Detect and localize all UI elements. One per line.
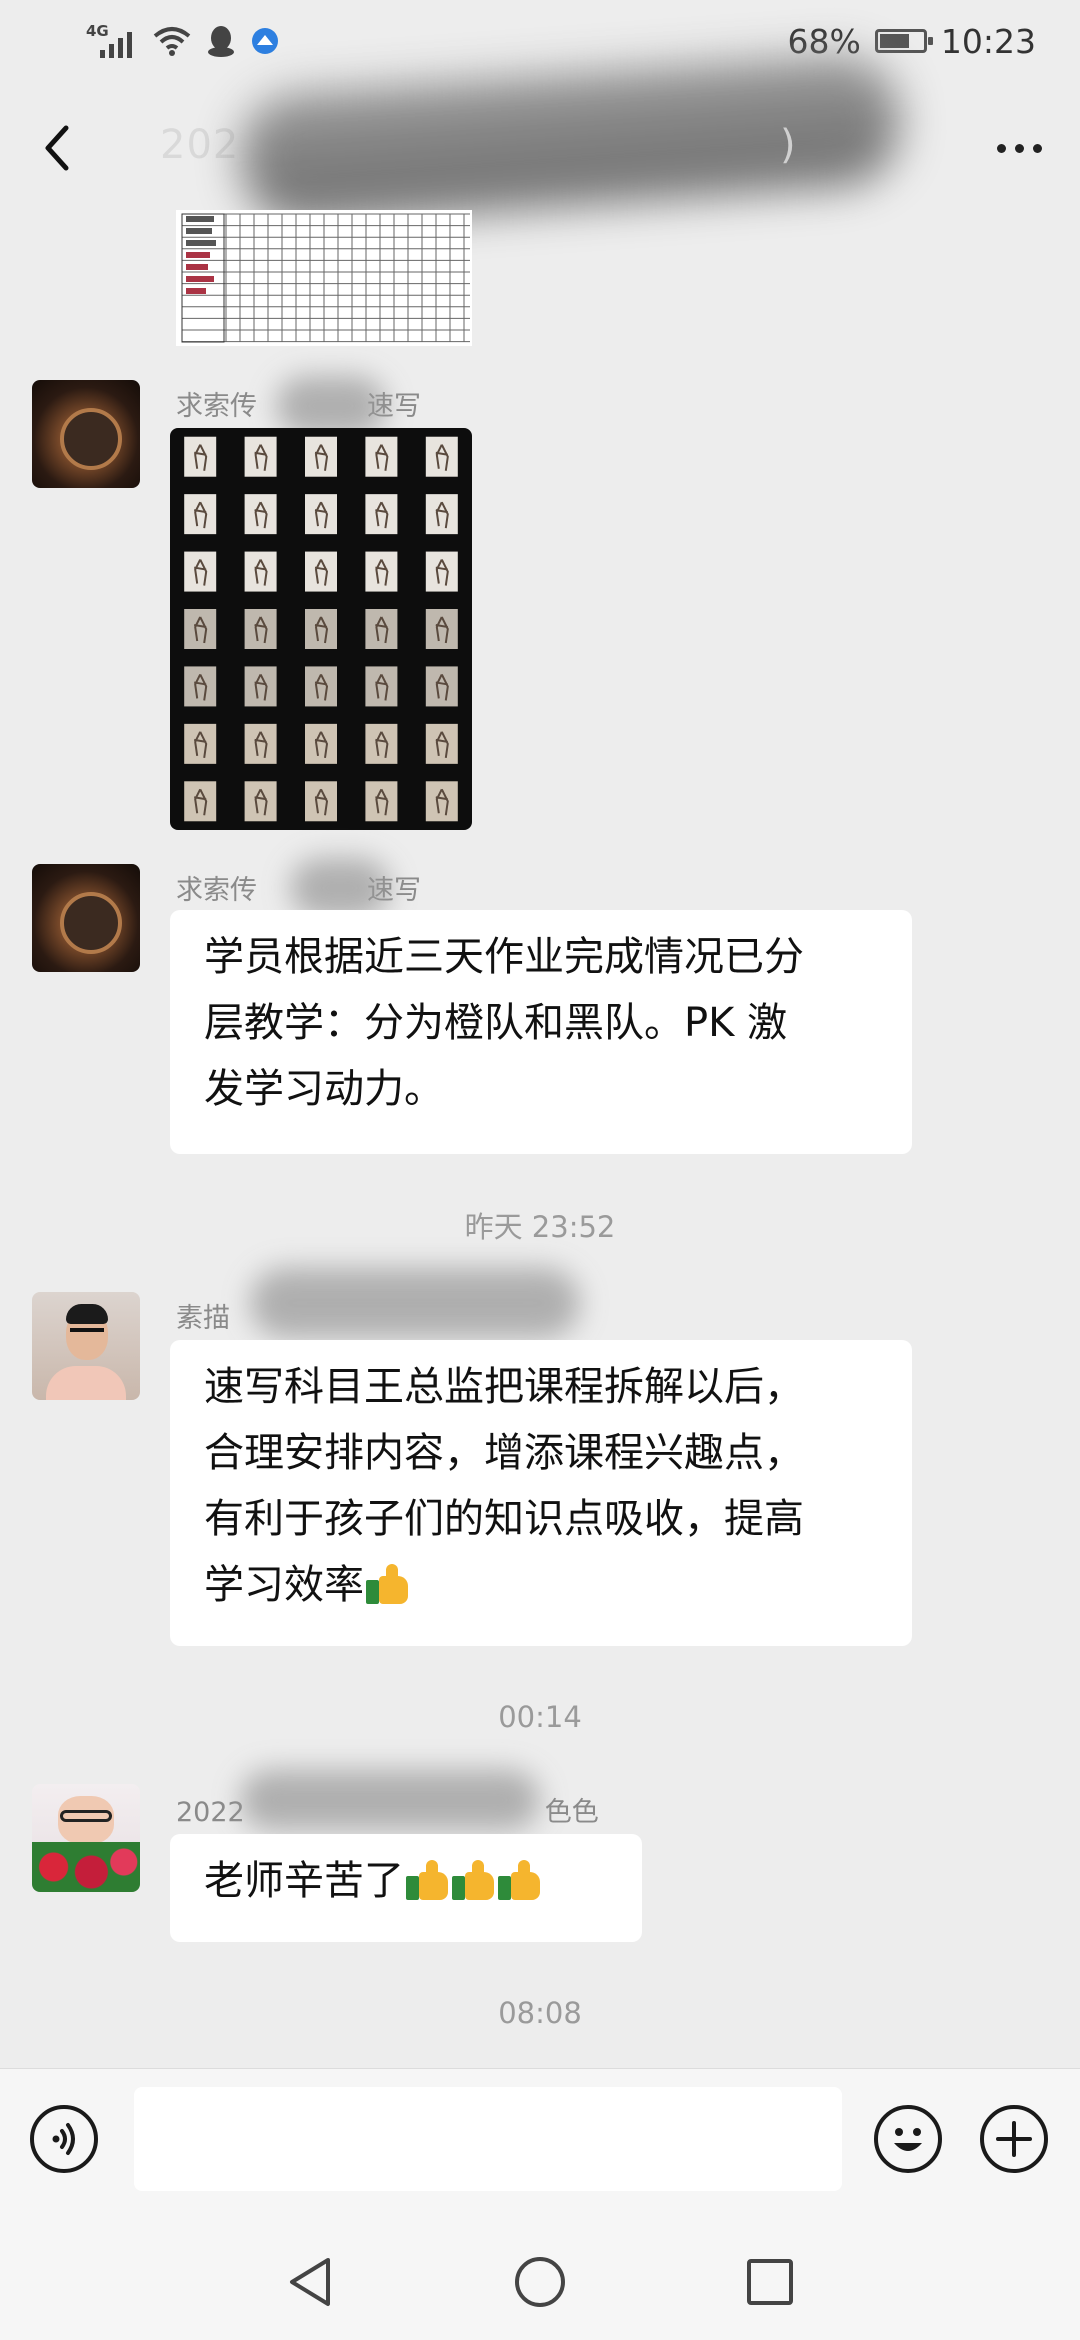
sketch-thumbnail <box>425 781 458 822</box>
more-dots-icon[interactable] <box>997 144 1042 153</box>
sketch-thumbnail <box>184 609 217 649</box>
timestamp: 08:08 <box>498 1996 582 2030</box>
sketch-thumbnail <box>425 494 458 535</box>
browser-icon <box>252 28 278 54</box>
sketch-thumbnail <box>244 781 277 822</box>
nav-home-icon[interactable] <box>512 2254 568 2310</box>
sketch-thumbnail <box>305 666 337 707</box>
timestamp: 昨天 23:52 <box>464 1210 616 1244</box>
sketch-thumbnail <box>244 723 277 764</box>
input-bar <box>0 2068 1080 2229</box>
sketch-thumbnail <box>365 494 398 535</box>
sketch-thumbnail <box>305 781 337 822</box>
nav-recents-icon[interactable] <box>744 2256 796 2308</box>
sketch-thumbnail <box>244 609 277 649</box>
sketch-thumbnail <box>244 494 277 535</box>
thumbs-up-icon <box>452 1860 496 1900</box>
sketch-photo-grid[interactable] <box>170 428 472 830</box>
wifi-icon <box>153 27 191 56</box>
thumbs-up-icon <box>366 1564 410 1604</box>
voice-icon[interactable] <box>30 2105 98 2173</box>
cellular-signal-icon: 4G <box>86 22 138 58</box>
sketch-thumbnail <box>305 609 337 649</box>
avatar[interactable] <box>32 1784 140 1892</box>
plus-icon[interactable] <box>980 2105 1048 2173</box>
sketch-thumbnail <box>184 551 217 592</box>
back-arrow-icon[interactable] <box>34 118 82 178</box>
sketch-thumbnail <box>184 666 217 707</box>
chat-title-suffix: ) <box>780 122 796 168</box>
redaction-blur <box>290 858 390 918</box>
message-bubble[interactable]: 速写科目王总监把课程拆解以后， 合理安排内容，增添课程兴趣点， 有利于孩子们的知… <box>170 1340 912 1646</box>
sketch-thumbnail <box>425 723 458 764</box>
sketch-thumbnail <box>184 436 217 477</box>
message-input[interactable] <box>134 2087 842 2191</box>
clock: 10:23 <box>940 21 1036 61</box>
sketch-thumbnail <box>244 666 277 707</box>
redaction-blur <box>250 1268 580 1338</box>
sketch-thumbnail <box>425 666 458 707</box>
avatar[interactable] <box>32 380 140 488</box>
sketch-thumbnails <box>184 436 458 822</box>
thumbs-up-icon <box>498 1860 542 1900</box>
sketch-thumbnail <box>365 551 398 592</box>
table-image[interactable] <box>176 210 472 346</box>
sketch-thumbnail <box>244 551 277 592</box>
sketch-thumbnail <box>244 436 277 477</box>
chat-title: 202 <box>160 122 240 168</box>
sketch-thumbnail <box>184 781 217 822</box>
sketch-thumbnail <box>365 723 398 764</box>
avatar[interactable] <box>32 864 140 972</box>
qq-penguin-icon <box>208 26 234 57</box>
thumbs-up-icon <box>406 1860 450 1900</box>
sketch-thumbnail <box>365 436 398 477</box>
message-bubble[interactable]: 学员根据近三天作业完成情况已分 层教学：分为橙队和黑队。PK 激 发学习动力。 <box>170 910 912 1154</box>
sketch-thumbnail <box>365 609 398 649</box>
sender-name: 素描 <box>176 1303 230 1334</box>
table-grid-graphic <box>181 213 470 343</box>
emoji-icon[interactable] <box>874 2105 942 2173</box>
message-bubble[interactable]: 老师辛苦了 <box>170 1834 642 1942</box>
sketch-thumbnail <box>184 723 217 764</box>
sketch-thumbnail <box>425 551 458 592</box>
sketch-thumbnail <box>365 666 398 707</box>
chat-header: 202 ) <box>0 51 1080 227</box>
battery-icon <box>874 29 933 53</box>
sketch-thumbnail <box>425 436 458 477</box>
status-bar: 4G 68% 10:23 <box>0 0 1080 84</box>
timestamp: 00:14 <box>498 1700 582 1734</box>
redaction-blur <box>240 1770 540 1830</box>
sketch-thumbnail <box>305 723 337 764</box>
redaction-blur <box>276 376 386 436</box>
sketch-thumbnail <box>365 781 398 822</box>
battery-percent: 68% <box>787 21 861 61</box>
sketch-thumbnail <box>305 494 337 535</box>
nav-back-icon[interactable] <box>284 2254 336 2310</box>
sketch-thumbnail <box>305 551 337 592</box>
sketch-thumbnail <box>305 436 337 477</box>
sketch-thumbnail <box>184 494 217 535</box>
avatar[interactable] <box>32 1292 140 1400</box>
system-nav-bar <box>0 2228 1080 2340</box>
sketch-thumbnail <box>425 609 458 649</box>
